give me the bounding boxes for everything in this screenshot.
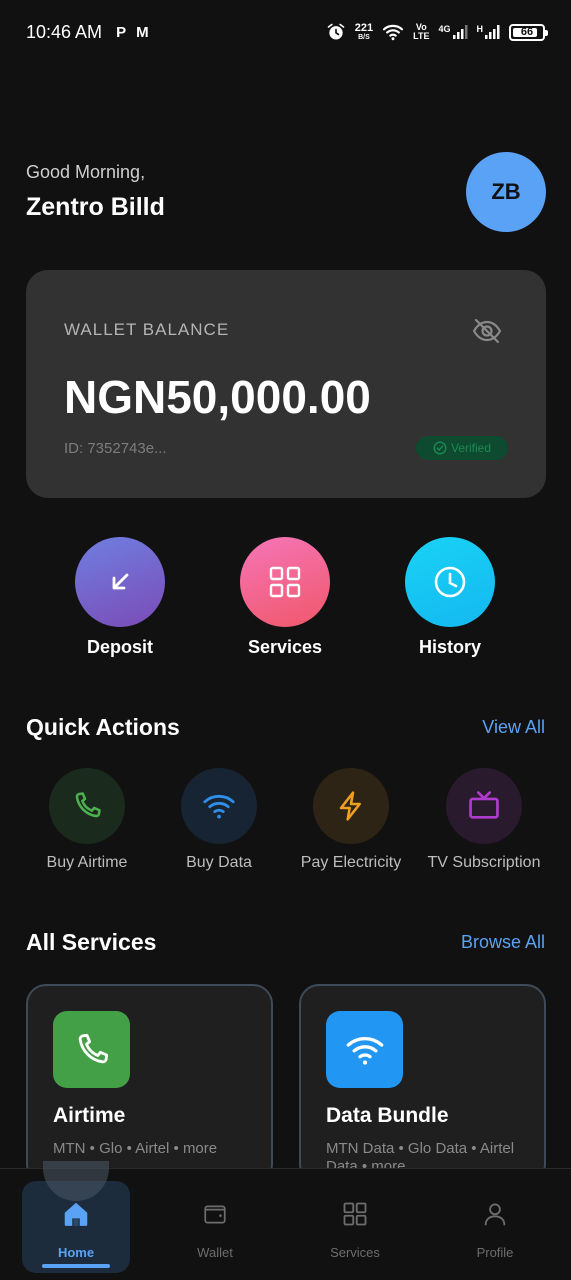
history-button[interactable]: History xyxy=(390,537,510,658)
status-bar: 10:46 AM P M 221 B/S Vo LTE 4G H 66 xyxy=(0,0,571,64)
pay-electricity-circle xyxy=(313,768,389,844)
buy-airtime-circle xyxy=(49,768,125,844)
wallet-id: ID: 7352743e... xyxy=(64,440,167,457)
nav-label-profile: Profile xyxy=(476,1245,514,1260)
signal-h: H xyxy=(477,24,501,40)
tv-subscription-label: TV Subscription xyxy=(427,854,541,871)
user-icon xyxy=(480,1199,510,1229)
tv-icon xyxy=(469,791,499,819)
net-speed-value: 221 xyxy=(354,21,374,34)
buy-airtime-action[interactable]: Buy Airtime xyxy=(22,768,152,872)
phone-icon xyxy=(78,1033,108,1063)
buy-data-label: Buy Data xyxy=(186,854,252,871)
grid-icon xyxy=(340,1199,370,1229)
tv-subscription-action[interactable]: TV Subscription xyxy=(419,768,549,872)
deposit-button[interactable]: Deposit xyxy=(60,537,180,658)
bottom-nav: Home Wallet Services Profile xyxy=(0,1161,571,1280)
data-bundle-service-card[interactable]: Data Bundle MTN Data • Glo Data • Airtel… xyxy=(299,984,546,1184)
airtime-card-title: Airtime xyxy=(53,1104,126,1127)
quick-actions-title: Quick Actions xyxy=(26,714,180,740)
avatar-initials: ZB xyxy=(491,179,521,204)
browse-all-link[interactable]: Browse All xyxy=(461,932,545,953)
all-services-title: All Services xyxy=(26,929,157,955)
pay-electricity-action[interactable]: Pay Electricity xyxy=(286,768,416,872)
arrow-down-left-icon xyxy=(112,573,129,590)
services-circle xyxy=(240,537,330,627)
network-4g-label: 4G xyxy=(438,24,451,34)
grid-icon xyxy=(269,566,301,598)
wallet-icon xyxy=(200,1199,230,1229)
nav-item-profile[interactable]: Profile xyxy=(424,1169,566,1280)
airtime-card-desc: MTN • Glo • Airtel • more xyxy=(53,1140,218,1157)
check-circle-icon xyxy=(433,441,447,455)
history-circle xyxy=(405,537,495,627)
verified-label: Verified xyxy=(450,441,492,455)
signal-icon xyxy=(485,25,500,39)
notification-m-icon: M xyxy=(136,23,149,41)
net-speed: 221 B/S xyxy=(354,21,374,42)
nav-item-wallet[interactable]: Wallet xyxy=(144,1169,286,1280)
notification-p-icon: P xyxy=(116,23,127,41)
wifi-icon xyxy=(346,1036,383,1065)
battery-level: 66 xyxy=(520,26,534,38)
balance-label: WALLET BALANCE xyxy=(64,320,230,339)
volte-bottom: LTE xyxy=(413,31,430,41)
eye-off-icon[interactable] xyxy=(470,314,504,348)
lightning-icon xyxy=(339,791,361,821)
pay-electricity-label: Pay Electricity xyxy=(300,854,402,871)
nav-active-underline xyxy=(42,1264,110,1268)
alarm-icon xyxy=(327,23,345,40)
data-bundle-card-icon-box xyxy=(326,1011,403,1088)
notification-icons: P M xyxy=(116,24,149,41)
status-right: 221 B/S Vo LTE 4G H 66 xyxy=(326,21,548,42)
services-label: Services xyxy=(247,637,323,657)
tv-subscription-circle xyxy=(446,768,522,844)
greeting-text: Good Morning, xyxy=(26,162,146,182)
signal-icon xyxy=(452,25,467,39)
deposit-label: Deposit xyxy=(86,637,153,657)
nav-label-services: Services xyxy=(330,1245,380,1260)
home-icon xyxy=(61,1199,91,1229)
status-time: 10:46 AM xyxy=(26,21,103,42)
nav-item-services[interactable]: Services xyxy=(284,1169,426,1280)
phone-icon xyxy=(75,792,101,818)
wifi-icon xyxy=(203,794,235,819)
volte-indicator: Vo LTE xyxy=(413,23,429,41)
wallet-balance-card: WALLET BALANCE NGN50,000.00 ID: 7352743e… xyxy=(26,270,546,498)
view-all-link[interactable]: View All xyxy=(482,717,545,738)
clock-icon xyxy=(434,566,466,598)
user-name: Zentro Billd xyxy=(26,193,165,221)
wifi-icon xyxy=(383,24,404,41)
buy-data-circle xyxy=(181,768,257,844)
airtime-card-icon-box xyxy=(53,1011,130,1088)
battery-icon: 66 xyxy=(509,23,548,41)
network-h-label: H xyxy=(476,24,484,34)
airtime-service-card[interactable]: Airtime MTN • Glo • Airtel • more xyxy=(26,984,273,1184)
services-button[interactable]: Services xyxy=(225,537,345,658)
nav-label-wallet: Wallet xyxy=(197,1245,233,1260)
data-bundle-card-title: Data Bundle xyxy=(326,1104,449,1127)
balance-amount: NGN50,000.00 xyxy=(64,371,371,423)
history-label: History xyxy=(418,637,481,657)
buy-airtime-label: Buy Airtime xyxy=(46,854,128,871)
verified-badge: Verified xyxy=(416,436,508,460)
deposit-circle xyxy=(75,537,165,627)
avatar[interactable]: ZB xyxy=(466,152,546,232)
nav-label-home: Home xyxy=(57,1245,95,1260)
buy-data-action[interactable]: Buy Data xyxy=(154,768,284,872)
net-speed-unit: B/S xyxy=(358,33,370,41)
signal-4g: 4G xyxy=(438,24,467,40)
